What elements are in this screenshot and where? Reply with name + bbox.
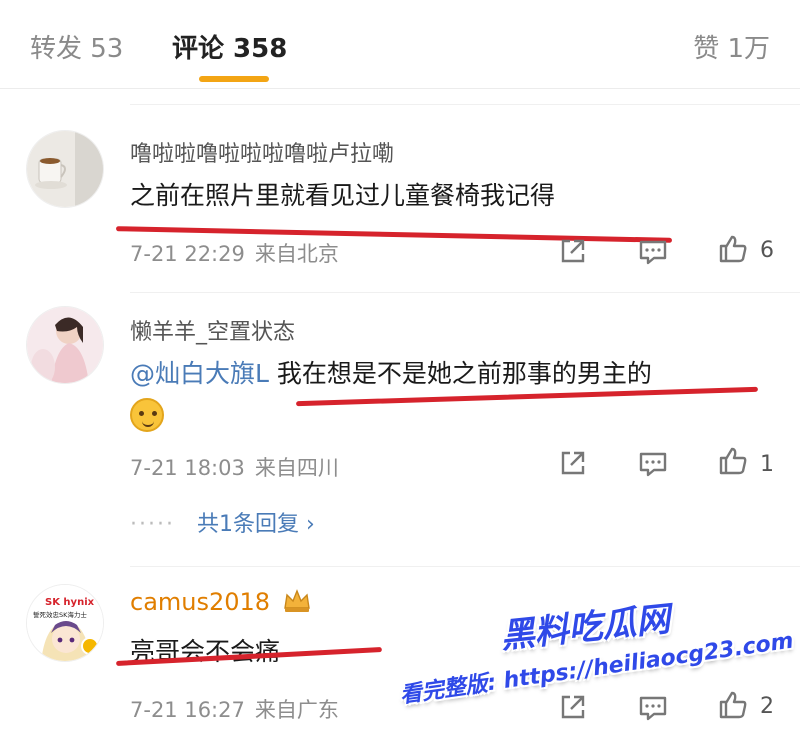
like-count: 1 [760, 452, 774, 477]
comment-username[interactable]: 懒羊羊_空置状态 [130, 314, 295, 346]
comment-meta: 7-21 18:03 来自四川 [130, 452, 339, 482]
comment-time: 7-21 22:29 [130, 242, 245, 266]
share-icon[interactable] [556, 234, 590, 268]
comment-location: 来自广东 [254, 698, 339, 722]
crown-badge-icon [283, 589, 310, 612]
comment-username[interactable]: camus2018 [130, 588, 312, 616]
thinking-emoji-icon [130, 398, 164, 432]
comment-meta: 7-21 16:27 来自广东 [130, 694, 339, 724]
avatar[interactable]: SK hynix 誓死效忠SK海力士 [26, 584, 104, 662]
like-count: 6 [760, 238, 774, 263]
like-count: 2 [760, 694, 774, 719]
like-icon[interactable] [716, 232, 750, 266]
active-tab-indicator [199, 76, 269, 82]
share-icon[interactable] [556, 690, 590, 724]
comment-username-text: camus2018 [130, 588, 271, 616]
comment-username[interactable]: 噜啦啦噜啦啦啦噜啦卢拉嘞 [130, 136, 394, 168]
mention-link[interactable]: @灿白大旗L [130, 359, 269, 388]
comment-text-body: 我在想是不是她之前那事的男主的 [276, 359, 652, 388]
comment-tabs: 转发 53 评论 358 赞 1万 [0, 0, 800, 88]
comment-text: @灿白大旗L 我在想是不是她之前那事的男主的 [130, 354, 652, 390]
comment-icon[interactable] [636, 234, 670, 268]
verified-badge-icon [81, 637, 99, 655]
comment-location: 来自北京 [254, 242, 339, 266]
view-replies-link[interactable]: ····· 共1条回复 › [130, 506, 315, 538]
comment-location: 来自四川 [254, 456, 339, 480]
tab-comments[interactable]: 评论 358 [172, 28, 287, 65]
avatar-brand: SK hynix [45, 597, 95, 608]
comment-icon[interactable] [636, 446, 670, 480]
comment-text: 之前在照片里就看见过儿童餐椅我记得 [130, 181, 556, 210]
divider [130, 104, 800, 105]
tab-divider [0, 88, 800, 89]
dots-separator: ····· [130, 512, 175, 537]
avatar-caption: 誓死效忠SK海力士 [33, 610, 87, 619]
like-icon[interactable] [716, 688, 750, 722]
divider [130, 292, 800, 293]
comment-time: 7-21 18:03 [130, 456, 245, 480]
comment-icon[interactable] [636, 690, 670, 724]
avatar[interactable] [26, 130, 104, 208]
divider [130, 566, 800, 567]
like-icon[interactable] [716, 444, 750, 478]
comment-meta: 7-21 22:29 来自北京 [130, 238, 339, 268]
avatar[interactable] [26, 306, 104, 384]
tab-repost[interactable]: 转发 53 [30, 28, 123, 65]
replies-count-label: 共1条回复 › [196, 512, 315, 537]
comment-time: 7-21 16:27 [130, 698, 245, 722]
share-icon[interactable] [556, 446, 590, 480]
tab-likes[interactable]: 赞 1万 [693, 28, 770, 65]
